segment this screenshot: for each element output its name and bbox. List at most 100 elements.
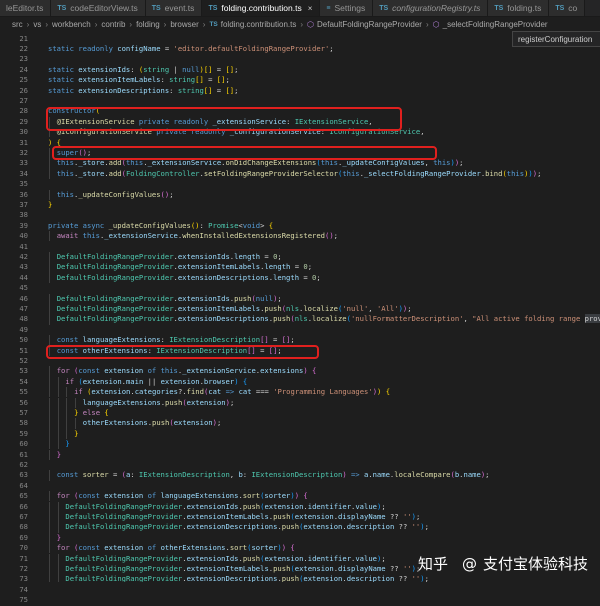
code-token: '' xyxy=(402,511,412,521)
code-token: localeCompare xyxy=(394,470,451,480)
code-token: : xyxy=(130,470,139,480)
indent-guide xyxy=(49,511,50,523)
code-line: DefaultFoldingRangeProvider.extensionIte… xyxy=(65,564,420,574)
tab-6[interactable]: TS folding.ts xyxy=(488,0,550,16)
code-token: DefaultFoldingRangeProvider xyxy=(56,303,174,313)
indent-guide xyxy=(57,397,59,408)
code-token: | xyxy=(169,64,183,74)
indent-guide xyxy=(49,251,50,263)
code-token: push xyxy=(273,563,291,573)
close-icon[interactable]: × xyxy=(308,4,313,13)
code-token: : xyxy=(160,335,170,345)
line-number: 43 xyxy=(19,262,28,272)
indent-guide xyxy=(57,563,59,575)
indent-guide xyxy=(49,470,50,481)
tab-label: folding.contribution.ts xyxy=(221,3,302,13)
line-number: 69 xyxy=(19,532,28,542)
code-token: DefaultFoldingRangeProvider xyxy=(65,522,183,532)
indent-guide xyxy=(57,439,59,450)
breadcrumb-segment[interactable]: vs xyxy=(33,20,41,29)
indent-guide xyxy=(49,335,50,346)
highlight-box-constructor-params xyxy=(46,107,402,131)
breadcrumb-file[interactable]: folding.contribution.ts xyxy=(221,20,297,29)
breadcrumb-member[interactable]: _selectFoldingRangeProvider xyxy=(443,20,548,29)
breadcrumb-class[interactable]: DefaultFoldingRangeProvider xyxy=(317,20,422,29)
code-token: extensionIds xyxy=(177,251,230,261)
code-token: extensionIds xyxy=(186,501,239,511)
breadcrumb-segment[interactable]: folding xyxy=(136,20,160,29)
line-number: 54 xyxy=(19,376,28,386)
watermark-brand: 知乎 xyxy=(418,555,449,573)
tab-7[interactable]: TS co xyxy=(549,0,586,16)
tab-2[interactable]: TS event.ts xyxy=(145,0,203,16)
code-token: IExtensionDescription xyxy=(169,335,261,345)
code-line: DefaultFoldingRangeProvider.extensionIds… xyxy=(57,252,282,262)
code-token: ; xyxy=(415,511,421,521)
indent-guide xyxy=(49,553,50,564)
code-line: } xyxy=(57,533,61,543)
code-line: DefaultFoldingRangeProvider.extensionDes… xyxy=(65,574,429,582)
code-token: FoldingController xyxy=(125,168,200,178)
line-number: 25 xyxy=(19,75,28,85)
breadcrumb-segment[interactable]: src xyxy=(12,20,23,29)
line-number: 38 xyxy=(19,210,28,220)
chevron-right-icon: › xyxy=(26,19,30,29)
line-number: 60 xyxy=(19,439,28,449)
tab-1[interactable]: TS codeEditorView.ts xyxy=(51,0,146,16)
code-token: name xyxy=(372,470,390,480)
chevron-right-icon: › xyxy=(129,19,133,29)
tab-5[interactable]: TS configurationRegistry.ts xyxy=(373,0,489,16)
code-token: ; xyxy=(407,303,412,313)
line-number: 35 xyxy=(19,179,28,189)
code-token: main xyxy=(125,376,144,386)
indent-guide xyxy=(57,418,59,429)
chevron-right-icon: › xyxy=(300,19,304,29)
line-number: 55 xyxy=(19,387,28,397)
code-token: extensionDescriptions xyxy=(78,85,170,95)
code-token: displayName xyxy=(338,563,386,573)
line-number: 68 xyxy=(19,522,28,532)
code-token: static xyxy=(48,43,79,53)
indent-guide xyxy=(57,574,59,582)
tab-3[interactable]: TS folding.contribution.ts × xyxy=(202,0,321,16)
code-line: const sorter = (a: IExtensionDescription… xyxy=(57,470,490,480)
code-token: browser xyxy=(203,376,235,386)
code-token: identifier xyxy=(307,553,352,563)
breadcrumb-segment[interactable]: workbench xyxy=(52,20,91,29)
line-number: 22 xyxy=(19,43,28,53)
typescript-file-icon: TS xyxy=(57,4,67,12)
code-token: this xyxy=(56,168,74,178)
code-token: = xyxy=(212,64,226,74)
code-token: ?? xyxy=(394,574,412,582)
tab-label: leEditor.ts xyxy=(6,3,44,13)
breadcrumb-segment[interactable]: contrib xyxy=(101,20,125,29)
code-token: identifier xyxy=(307,501,352,511)
tab-0[interactable]: leEditor.ts xyxy=(0,0,52,16)
line-number: 56 xyxy=(19,397,28,407)
code-token: sorter xyxy=(82,470,109,480)
code-token: , xyxy=(420,127,425,137)
code-token: push xyxy=(273,511,291,521)
tab-4[interactable]: ≡ Settings xyxy=(320,0,374,16)
code-token: of xyxy=(147,543,161,553)
line-number: 52 xyxy=(19,355,28,365)
tab-label: Settings xyxy=(334,3,366,13)
code-token: ; xyxy=(381,553,386,563)
code-token: push xyxy=(234,293,252,303)
code-token: === xyxy=(251,387,274,397)
code-line: this._updateConfigValues(); xyxy=(57,190,174,200)
tab-label: event.ts xyxy=(164,3,195,13)
line-number-gutter: 21 22 23 24 25 26 27 28 29 30 31 32 33 34 35 36 37 38 39 40… xyxy=(0,32,40,605)
indent-guide xyxy=(49,366,50,377)
breadcrumb-segment[interactable]: browser xyxy=(170,20,198,29)
code-line: this._store.add(FoldingController.setFol… xyxy=(57,169,542,179)
line-number: 48 xyxy=(19,314,28,324)
code-token: ; xyxy=(424,574,429,582)
indent-guide xyxy=(49,387,50,398)
code-token: DefaultFoldingRangeProvider xyxy=(56,262,174,272)
code-token: otherExtensions xyxy=(82,418,148,428)
code-token: for xyxy=(56,543,74,553)
code-token: extensionItemLabels xyxy=(177,303,261,313)
code-token: ; xyxy=(381,501,386,511)
code-token: value xyxy=(355,553,377,563)
